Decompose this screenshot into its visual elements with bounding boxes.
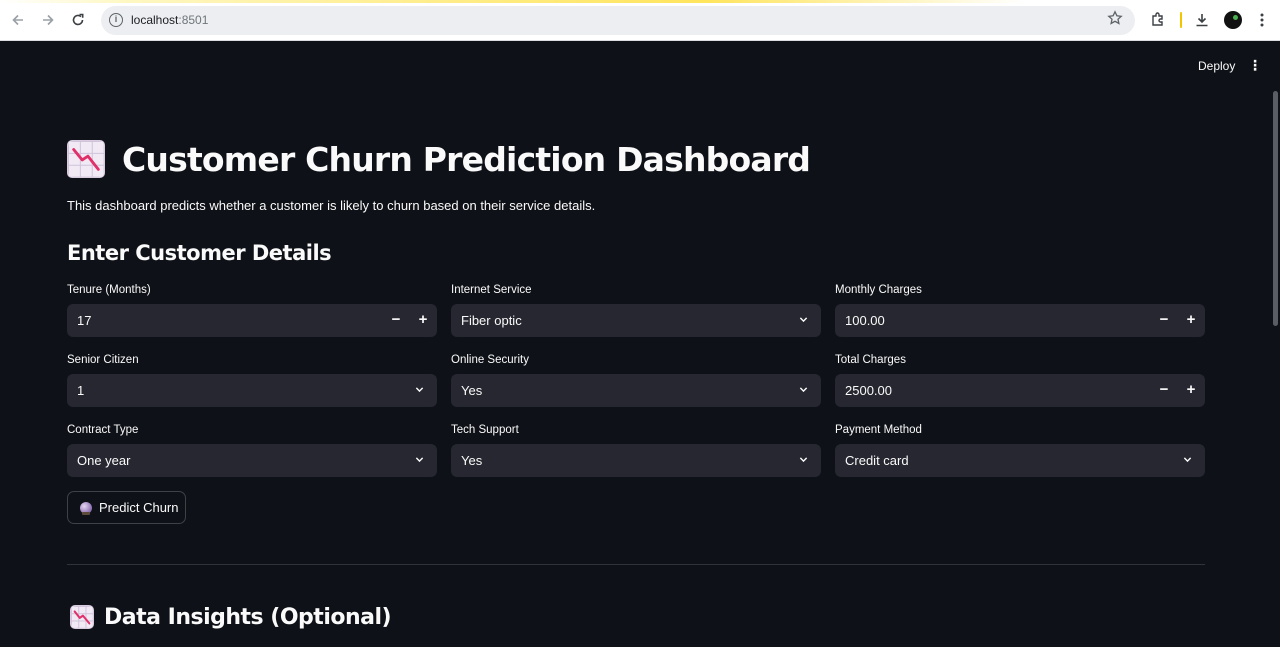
address-bar[interactable]: i localhost:8501 (101, 6, 1135, 35)
tech-support-label: Tech Support (451, 424, 519, 436)
predict-churn-button[interactable]: Predict Churn (67, 491, 186, 524)
url-port: :8501 (178, 13, 209, 27)
chevron-down-icon (799, 457, 808, 463)
online-security-select[interactable]: Yes (451, 374, 821, 407)
crystal-ball-icon (80, 501, 92, 515)
payment-method-select[interactable]: Credit card (835, 444, 1205, 477)
tech-support-field: Tech Support Yes (451, 424, 821, 477)
tech-support-select[interactable]: Yes (451, 444, 821, 477)
contract-type-field: Contract Type One year (67, 424, 437, 477)
senior-citizen-label: Senior Citizen (67, 354, 139, 366)
insights-heading: Data Insights (Optional) (70, 603, 392, 631)
total-charges-field: Total Charges 2500.00 − + (835, 354, 1205, 407)
page-title-text: Customer Churn Prediction Dashboard (122, 139, 811, 179)
online-security-value: Yes (461, 383, 483, 398)
browser-menu-icon[interactable] (1252, 10, 1272, 30)
internet-service-select[interactable]: Fiber optic (451, 304, 821, 337)
tab-strip-accent (0, 0, 1280, 3)
payment-method-label: Payment Method (835, 424, 922, 436)
chevron-down-icon (799, 387, 808, 393)
page-subtitle: This dashboard predicts whether a custom… (67, 198, 596, 213)
monthly-charges-increment-button[interactable]: + (1182, 311, 1200, 329)
site-info-icon[interactable]: i (109, 13, 123, 27)
senior-citizen-field: Senior Citizen 1 (67, 354, 437, 407)
total-charges-value: 2500.00 (845, 383, 892, 398)
scrollbar[interactable] (1273, 91, 1278, 326)
forward-icon[interactable] (38, 10, 58, 30)
chevron-down-icon (415, 457, 424, 463)
tech-support-value: Yes (461, 453, 483, 468)
monthly-charges-input[interactable]: 100.00 − + (835, 304, 1205, 337)
chart-decreasing-icon (67, 140, 105, 178)
total-charges-increment-button[interactable]: + (1182, 381, 1200, 399)
chart-decreasing-icon (70, 605, 94, 629)
profile-avatar[interactable] (1224, 11, 1242, 29)
senior-citizen-value: 1 (77, 383, 85, 398)
monthly-charges-field: Monthly Charges 100.00 − + (835, 284, 1205, 337)
chevron-down-icon (799, 317, 808, 323)
senior-citizen-select[interactable]: 1 (67, 374, 437, 407)
payment-method-field: Payment Method Credit card (835, 424, 1205, 477)
toolbar-separator (1180, 12, 1182, 28)
monthly-charges-value: 100.00 (845, 313, 885, 328)
tenure-label: Tenure (Months) (67, 284, 151, 296)
app-menu-icon[interactable]: ⋮ (1248, 57, 1262, 75)
tenure-field: Tenure (Months) 17 − + (67, 284, 437, 337)
app-container: Deploy ⋮ Customer Churn Prediction Dashb… (0, 41, 1280, 647)
url-text: localhost:8501 (131, 13, 208, 27)
contract-type-value: One year (77, 453, 131, 468)
browser-toolbar: i localhost:8501 (0, 0, 1280, 41)
back-icon[interactable] (8, 10, 28, 30)
form-heading: Enter Customer Details (67, 241, 332, 265)
section-divider (67, 564, 1205, 565)
download-icon[interactable] (1192, 10, 1212, 30)
insights-heading-text: Data Insights (Optional) (104, 604, 392, 630)
monthly-charges-label: Monthly Charges (835, 284, 922, 296)
online-security-label: Online Security (451, 354, 529, 366)
reload-icon[interactable] (68, 10, 88, 30)
monthly-charges-decrement-button[interactable]: − (1155, 311, 1173, 329)
total-charges-input[interactable]: 2500.00 − + (835, 374, 1205, 407)
chevron-down-icon (1183, 457, 1192, 463)
predict-churn-label: Predict Churn (99, 500, 179, 515)
chevron-down-icon (415, 387, 424, 393)
payment-method-value: Credit card (845, 453, 909, 468)
total-charges-label: Total Charges (835, 354, 906, 366)
deploy-button[interactable]: Deploy (1190, 57, 1243, 75)
extensions-icon[interactable] (1148, 10, 1168, 30)
tenure-input[interactable]: 17 − + (67, 304, 437, 337)
internet-service-field: Internet Service Fiber optic (451, 284, 821, 337)
contract-type-select[interactable]: One year (67, 444, 437, 477)
tenure-increment-button[interactable]: + (414, 311, 432, 329)
internet-service-value: Fiber optic (461, 313, 522, 328)
tenure-value: 17 (77, 313, 92, 328)
contract-type-label: Contract Type (67, 424, 139, 436)
total-charges-decrement-button[interactable]: − (1155, 381, 1173, 399)
internet-service-label: Internet Service (451, 284, 532, 296)
bookmark-star-icon[interactable] (1107, 10, 1123, 31)
tenure-decrement-button[interactable]: − (387, 311, 405, 329)
page-title: Customer Churn Prediction Dashboard (67, 137, 811, 181)
url-host: localhost (131, 13, 179, 27)
online-security-field: Online Security Yes (451, 354, 821, 407)
